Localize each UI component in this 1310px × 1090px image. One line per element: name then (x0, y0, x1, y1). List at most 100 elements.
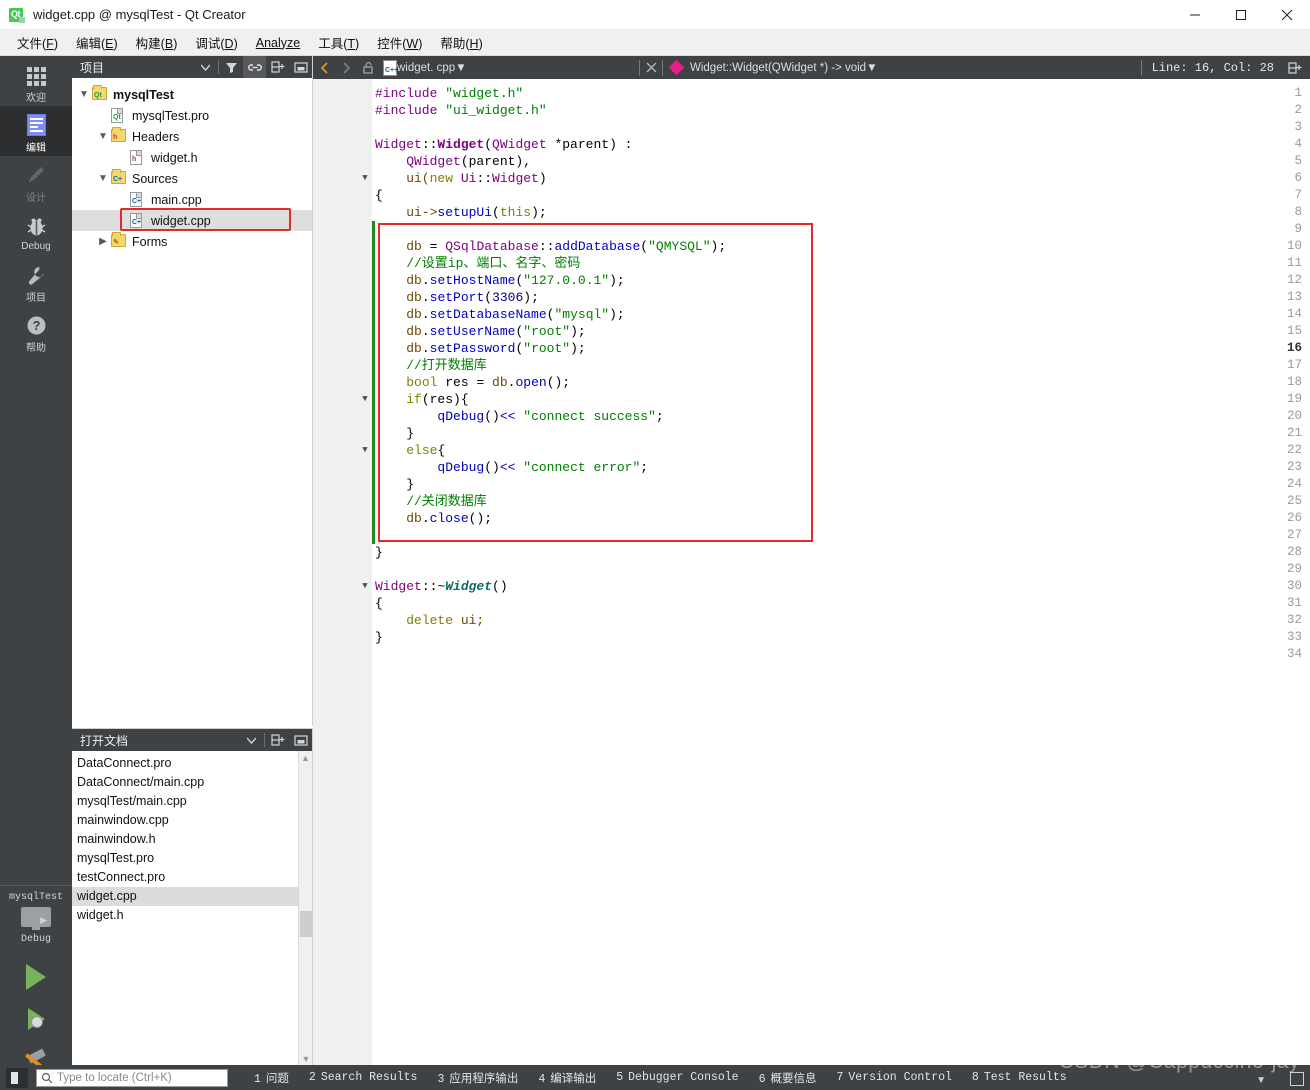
project-tree[interactable]: ▼ Qt mysqlTest Qt mysqlTest.pro ▼ h Headers h wid… (72, 78, 312, 252)
open-document-item[interactable]: mainwindow.h (72, 830, 312, 849)
split-editor-button[interactable] (1284, 56, 1306, 79)
tree-item-widget-cpp[interactable]: C+ widget.cpp (72, 210, 312, 231)
output-tab-7[interactable]: 7 Version Control (826, 1071, 961, 1084)
output-tab-2[interactable]: 2 Search Results (299, 1071, 428, 1084)
tree-item-headers[interactable]: ▼ h Headers (72, 126, 312, 147)
menu-bar: 文件(F) 编辑(E) 构建(B) 调试(D) Analyze 工具(T) 控件(W) 帮助(… (0, 30, 1310, 56)
lock-icon[interactable] (357, 56, 379, 79)
menu-edit[interactable]: 编辑(E) (67, 30, 127, 55)
fold-marker[interactable]: ▼ (359, 170, 371, 187)
mode-item-0[interactable]: 欢迎 (0, 56, 72, 106)
menu-build[interactable]: 构建(B) (127, 30, 187, 55)
sidebar-toggle-icon[interactable] (6, 1067, 28, 1088)
start-debugging-button[interactable] (0, 999, 72, 1039)
open-document-item[interactable]: mysqlTest/main.cpp (72, 792, 312, 811)
menu-help[interactable]: 帮助(H) (431, 30, 491, 55)
navigate-back-button[interactable] (313, 56, 335, 79)
code-line: ui(new Ui::Widget) (375, 170, 546, 187)
output-tab-3[interactable]: 3 应用程序输出 (427, 1070, 528, 1086)
output-expand-icon[interactable]: ▼ (1256, 1075, 1266, 1086)
open-document-item[interactable]: DataConnect/main.cpp (72, 773, 312, 792)
open-document-item[interactable]: mainwindow.cpp (72, 811, 312, 830)
close-panel-button[interactable] (289, 729, 312, 751)
menu-window[interactable]: 控件(W) (368, 30, 431, 55)
documents-dropdown[interactable] (240, 729, 263, 751)
output-pane-tabs[interactable]: 1 问题 2 Search Results 3 应用程序输出 4 编译输出 5 Debugger … (244, 1070, 1077, 1086)
mode-item-2[interactable]: 设计 (0, 156, 72, 206)
close-document-button[interactable] (640, 56, 662, 79)
scroll-down-arrow[interactable]: ▼ (299, 1052, 312, 1066)
mode-item-1[interactable]: 编辑 (0, 106, 72, 156)
tree-item-widget-h[interactable]: h widget.h (72, 147, 312, 168)
open-documents-list[interactable]: DataConnect.pro DataConnect/main.cpp mysql… (72, 751, 312, 1066)
project-selector-dropdown[interactable] (194, 56, 217, 78)
kit-selector[interactable]: mysqlTest ▶ Debug (0, 886, 72, 945)
code-token: << (499, 460, 516, 475)
code-token: setupUi (437, 205, 493, 220)
editor-file-name: widget. cpp (397, 61, 456, 74)
menu-analyze[interactable]: Analyze (247, 33, 309, 53)
fold-marker-column[interactable] (358, 79, 372, 1065)
code-text-area[interactable]: #include "widget.h" #include "ui_widget.h… (375, 79, 1310, 1065)
tree-item-label: main.cpp (151, 192, 202, 207)
chevron-down-icon[interactable]: ▼ (95, 131, 111, 142)
mode-debug[interactable]: Debug (0, 206, 72, 256)
mode-item-4[interactable]: 项目 (0, 256, 72, 306)
scroll-thumb[interactable] (300, 911, 312, 937)
scroll-up-arrow[interactable]: ▲ (299, 751, 312, 765)
code-token: ); (570, 324, 586, 339)
symbol-combo[interactable]: Widget::Widget(QWidget *) -> void ▼ (663, 59, 1141, 76)
open-document-item[interactable]: mysqlTest.pro (72, 849, 312, 868)
chevron-down-icon[interactable]: ▼ (76, 89, 92, 100)
close-button[interactable] (1264, 0, 1310, 30)
code-editor[interactable]: 1 2 3 4 5 6 7 8 9 10 11 12 13 14 15 16 17 18 19 20 21 22 23 24 2… (313, 79, 1310, 1065)
chevron-down-icon[interactable]: ▼ (95, 173, 111, 184)
minimize-button[interactable] (1172, 0, 1218, 30)
output-pane-toggle[interactable] (1290, 1072, 1304, 1086)
tree-item-sources[interactable]: ▼ C+ Sources (72, 168, 312, 189)
chevron-down-icon[interactable]: ▼ (866, 62, 877, 74)
fold-marker[interactable]: ▼ (359, 578, 371, 595)
chevron-right-icon[interactable]: ▶ (95, 236, 111, 247)
open-document-item[interactable]: widget.h (72, 906, 312, 925)
output-tab-1[interactable]: 1 问题 (244, 1070, 299, 1086)
output-tab-8[interactable]: 8 Test Results (962, 1071, 1077, 1084)
mode-item-5[interactable]: ? 帮助 (0, 306, 72, 356)
run-button[interactable] (0, 957, 72, 997)
tree-item-main-cpp[interactable]: C+ main.cpp (72, 189, 312, 210)
open-documents-scrollbar[interactable]: ▲ ▼ (298, 751, 312, 1066)
open-document-item[interactable]: testConnect.pro (72, 868, 312, 887)
output-tab-4[interactable]: 4 编译输出 (528, 1070, 606, 1086)
fold-marker[interactable]: ▼ (359, 442, 371, 459)
tree-item-label: Forms (132, 234, 168, 249)
split-button[interactable] (266, 56, 289, 78)
tree-item-mysqltest[interactable]: ▼ Qt mysqlTest (72, 84, 312, 105)
open-document-item[interactable]: DataConnect.pro (72, 754, 312, 773)
tree-item-mysqltest-pro[interactable]: Qt mysqlTest.pro (72, 105, 312, 126)
locator-input[interactable]: Type to locate (Ctrl+K) (36, 1068, 228, 1087)
menu-tools[interactable]: 工具(T) (309, 30, 368, 55)
code-line: } (375, 425, 414, 442)
desktop-kit-icon: ▶ (21, 907, 51, 929)
split-button[interactable] (266, 729, 289, 751)
open-file-combo[interactable]: C++ widget. cpp ▼ (379, 59, 639, 76)
filter-button[interactable] (220, 56, 243, 78)
navigate-forward-button[interactable] (335, 56, 357, 79)
chevron-down-icon[interactable]: ▼ (455, 62, 466, 74)
code-token: qDebug (437, 460, 485, 475)
menu-debug[interactable]: 调试(D) (186, 30, 246, 55)
code-token: } (375, 426, 415, 441)
fold-marker[interactable]: ▼ (359, 391, 371, 408)
maximize-button[interactable] (1218, 0, 1264, 30)
code-token: Widget (445, 579, 493, 594)
output-tab-6[interactable]: 6 概要信息 (749, 1070, 827, 1086)
close-panel-button[interactable] (289, 56, 312, 78)
open-document-item[interactable]: widget.cpp (72, 887, 312, 906)
sync-with-editor-button[interactable] (243, 56, 266, 78)
tree-item-forms[interactable]: ▶ ✎ Forms (72, 231, 312, 252)
code-line: db = QSqlDatabase::addDatabase("QMYSQL")… (375, 238, 726, 255)
output-tab-5[interactable]: 5 Debugger Console (606, 1071, 748, 1084)
menu-file[interactable]: 文件(F) (8, 30, 67, 55)
